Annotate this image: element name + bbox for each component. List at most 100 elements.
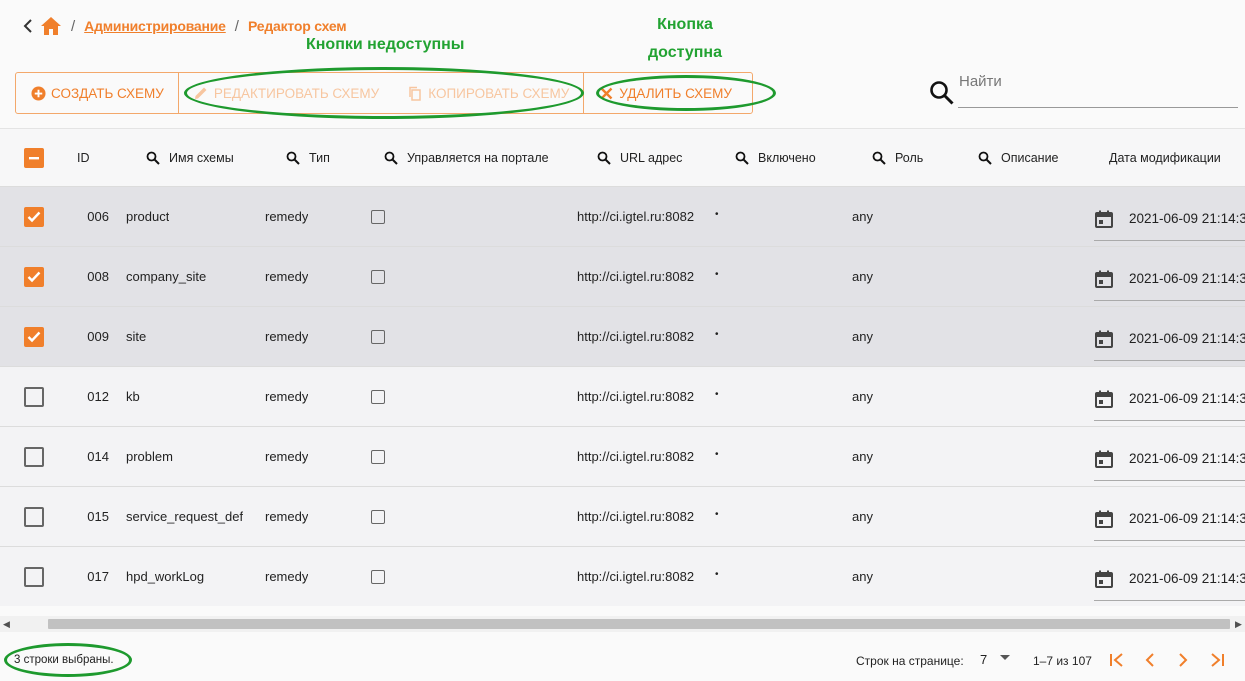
table-row[interactable]: 012 kb remedy http://ci.igtel.ru:8082 • … (0, 367, 1245, 427)
cell-modified[interactable]: 2021-06-09 21:14:37 (1094, 497, 1245, 541)
calendar-icon[interactable] (1094, 209, 1114, 229)
cell-modified[interactable]: 2021-06-09 21:14:37 (1094, 437, 1245, 481)
scrollbar-thumb[interactable] (48, 619, 1230, 629)
portal-checkbox[interactable] (371, 569, 385, 584)
row-checkbox[interactable] (24, 386, 44, 407)
cell-portal (371, 247, 385, 306)
search-icon[interactable] (929, 80, 955, 106)
cell-name-text: company_site (126, 269, 207, 284)
header-type[interactable]: Тип (286, 129, 330, 186)
cell-id: 012 (69, 367, 109, 426)
cell-modified-text: 2021-06-09 21:14:37 (1129, 511, 1245, 526)
calendar-icon[interactable] (1094, 449, 1114, 469)
row-checkbox[interactable] (24, 566, 44, 587)
next-page-icon[interactable] (1173, 650, 1193, 670)
caret-down-icon[interactable] (1000, 655, 1010, 660)
header-name[interactable]: Имя схемы (146, 129, 234, 186)
header-url[interactable]: URL адрес (597, 129, 682, 186)
cell-modified[interactable]: 2021-06-09 21:14:37 (1094, 197, 1245, 241)
cell-portal (371, 427, 385, 486)
table-row[interactable]: 017 hpd_workLog remedy http://ci.igtel.r… (0, 547, 1245, 606)
column-search-icon[interactable] (872, 151, 886, 165)
calendar-icon[interactable] (1094, 509, 1114, 529)
search-input[interactable] (958, 70, 1238, 108)
previous-page-icon[interactable] (1140, 650, 1160, 670)
cell-modified[interactable]: 2021-06-09 21:14:37 (1094, 317, 1245, 361)
row-checkbox[interactable] (24, 206, 44, 227)
calendar-icon[interactable] (1094, 389, 1114, 409)
cell-url: http://ci.igtel.ru:8082 (577, 367, 694, 426)
header-portal[interactable]: Управляется на портале (384, 129, 549, 186)
toolbar: Создать схему Редактировать схему Копиро… (15, 72, 753, 114)
cell-modified[interactable]: 2021-06-09 21:14:37 (1094, 557, 1245, 601)
cell-enabled: • (715, 547, 719, 606)
cell-url-text: http://ci.igtel.ru:8082 (577, 269, 695, 284)
breadcrumb-admin-link[interactable]: Администрирование (84, 18, 226, 34)
cell-enabled-text: • (715, 509, 719, 520)
annotation-unavailable: Кнопки недоступны (306, 36, 465, 53)
portal-checkbox[interactable] (371, 389, 385, 404)
edit-schema-button[interactable]: Редактировать схему (179, 73, 393, 113)
horizontal-scrollbar[interactable]: ◀ ▶ (0, 616, 1245, 632)
calendar-icon[interactable] (1094, 329, 1114, 349)
cell-modified-text: 2021-06-09 21:14:37 (1129, 451, 1245, 466)
column-search-icon[interactable] (735, 151, 749, 165)
row-select-cell (24, 307, 44, 366)
cell-role: any (852, 547, 873, 606)
header-id[interactable]: ID (77, 129, 90, 186)
column-search-icon[interactable] (384, 151, 398, 165)
header-description[interactable]: Описание (978, 129, 1059, 186)
row-checkbox[interactable] (24, 326, 44, 347)
schema-editor-page: / Администрирование / Редактор схем Кноп… (0, 0, 1245, 681)
portal-checkbox[interactable] (371, 449, 385, 464)
cell-modified[interactable]: 2021-06-09 21:14:37 (1094, 257, 1245, 301)
scroll-right-arrow-icon[interactable]: ▶ (1235, 619, 1242, 630)
portal-checkbox[interactable] (371, 269, 385, 284)
row-checkbox[interactable] (24, 266, 44, 287)
cell-name: site (126, 307, 146, 366)
close-icon (598, 85, 614, 101)
cell-name: service_request_def (126, 487, 243, 546)
portal-checkbox[interactable] (371, 329, 385, 344)
select-all-checkbox[interactable] (24, 147, 44, 168)
header-enabled[interactable]: Включено (735, 129, 816, 186)
calendar-icon[interactable] (1094, 269, 1114, 289)
home-icon[interactable] (40, 15, 62, 37)
calendar-icon[interactable] (1094, 569, 1114, 589)
create-schema-button[interactable]: Создать схему (16, 73, 178, 113)
cell-id-text: 014 (87, 449, 109, 464)
rows-per-page-select[interactable]: 7 (980, 652, 987, 667)
delete-schema-button[interactable]: Удалить схему (584, 73, 746, 113)
cell-type: remedy (265, 247, 308, 306)
table-row[interactable]: 008 company_site remedy http://ci.igtel.… (0, 247, 1245, 307)
cell-url: http://ci.igtel.ru:8082 (577, 307, 694, 366)
portal-checkbox[interactable] (371, 209, 385, 224)
portal-checkbox[interactable] (371, 509, 385, 524)
column-search-icon[interactable] (146, 151, 160, 165)
copy-schema-button[interactable]: Копировать схему (393, 73, 583, 113)
last-page-icon[interactable] (1207, 650, 1227, 670)
table-row[interactable]: 015 service_request_def remedy http://ci… (0, 487, 1245, 547)
header-modified[interactable]: Дата модификации (1109, 129, 1221, 186)
scroll-left-arrow-icon[interactable]: ◀ (3, 619, 10, 630)
cell-modified[interactable]: 2021-06-09 21:14:37 (1094, 377, 1245, 421)
header-role[interactable]: Роль (872, 129, 923, 186)
cell-name-text: hpd_workLog (126, 569, 205, 584)
cell-role-text: any (852, 509, 873, 524)
cell-type-text: remedy (265, 329, 309, 344)
table-row[interactable]: 009 site remedy http://ci.igtel.ru:8082 … (0, 307, 1245, 367)
table-row[interactable]: 006 product remedy http://ci.igtel.ru:80… (0, 187, 1245, 247)
row-checkbox[interactable] (24, 506, 44, 527)
cell-type-text: remedy (265, 509, 309, 524)
column-search-icon[interactable] (597, 151, 611, 165)
table-footer: 3 строки выбраны. Строк на странице: 7 1… (0, 638, 1245, 681)
chevron-left-icon[interactable] (20, 19, 36, 33)
first-page-icon[interactable] (1107, 650, 1127, 670)
cell-type-text: remedy (265, 269, 309, 284)
table-row[interactable]: 014 problem remedy http://ci.igtel.ru:80… (0, 427, 1245, 487)
cell-type: remedy (265, 187, 308, 246)
row-checkbox[interactable] (24, 446, 44, 467)
cell-id: 006 (69, 187, 109, 246)
column-search-icon[interactable] (978, 151, 992, 165)
column-search-icon[interactable] (286, 151, 300, 165)
